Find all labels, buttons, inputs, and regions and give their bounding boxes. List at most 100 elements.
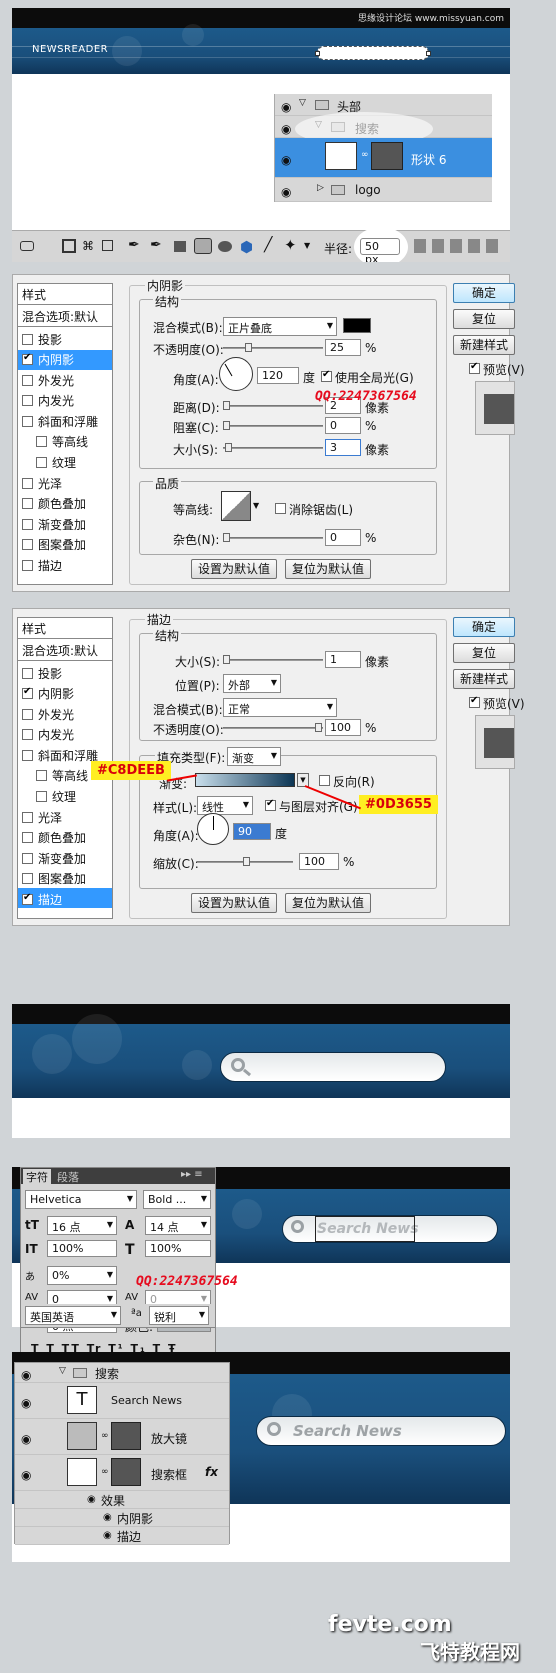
checkbox-contour[interactable] xyxy=(36,770,47,781)
blend-options-item[interactable]: 混合选项:默认 xyxy=(22,308,98,325)
font-family-select[interactable]: Helvetica xyxy=(25,1190,137,1209)
font-style-select[interactable]: Bold ... xyxy=(143,1190,211,1209)
reset-default-button[interactable]: 复位为默认值 xyxy=(285,893,371,913)
style-item-stroke[interactable]: 描边 xyxy=(38,891,62,908)
contour-thumbnail[interactable] xyxy=(221,491,251,521)
style-item-pattern-overlay[interactable]: 图案叠加 xyxy=(38,870,86,887)
scale-slider[interactable] xyxy=(197,857,293,866)
style-select[interactable]: 线性 xyxy=(197,796,253,815)
blend-mode-select[interactable]: 正常 xyxy=(223,698,337,717)
anti-alias-select[interactable]: 锐利 xyxy=(149,1306,209,1325)
blend-options-item[interactable]: 混合选项:默认 xyxy=(22,642,98,659)
disclosure-closed-icon[interactable]: ▷ xyxy=(317,183,324,193)
style-item-texture[interactable]: 纹理 xyxy=(52,454,76,471)
effect-stroke[interactable]: ◉ 描边 xyxy=(15,1527,229,1545)
eye-icon[interactable]: ◉ xyxy=(103,1512,112,1523)
opacity-input[interactable]: 25 xyxy=(325,339,361,356)
eye-icon[interactable]: ◉ xyxy=(281,153,295,167)
checkbox-drop-shadow[interactable] xyxy=(22,334,33,345)
style-item-outer-glow[interactable]: 外发光 xyxy=(38,706,74,723)
rectangle-tool-icon[interactable] xyxy=(174,241,186,252)
disclosure-open-icon[interactable]: ▽ xyxy=(299,98,306,108)
checkbox-color-overlay[interactable] xyxy=(22,498,33,509)
eye-icon[interactable]: ◉ xyxy=(103,1530,112,1541)
style-item-contour[interactable]: 等高线 xyxy=(52,433,88,450)
dropdown-arrow-icon[interactable]: ▼ xyxy=(304,241,310,250)
style-item-inner-shadow[interactable]: 内阴影 xyxy=(38,351,74,368)
vertical-scale-input[interactable]: 100% xyxy=(47,1240,117,1257)
position-select[interactable]: 外部 xyxy=(223,674,281,693)
paths-icon[interactable]: ⌘ xyxy=(82,239,94,253)
checkbox-outer-glow[interactable] xyxy=(22,375,33,386)
style-item-inner-shadow[interactable]: 内阴影 xyxy=(38,685,74,702)
size-input[interactable]: 3 xyxy=(325,439,361,456)
checkbox-stroke[interactable] xyxy=(22,560,33,571)
opacity-slider[interactable] xyxy=(223,723,323,732)
style-item-gradient-overlay[interactable]: 渐变叠加 xyxy=(38,516,86,533)
distance-slider[interactable] xyxy=(223,401,323,410)
line-tool-icon[interactable]: ╱ xyxy=(264,237,272,253)
style-item-bevel[interactable]: 斜面和浮雕 xyxy=(38,747,98,764)
eye-icon[interactable]: ◉ xyxy=(281,100,295,114)
make-default-button[interactable]: 设置为默认值 xyxy=(191,559,277,579)
style-item-satin[interactable]: 光泽 xyxy=(38,809,62,826)
preview-label[interactable]: 预览(V) xyxy=(483,361,525,378)
checkbox-bevel[interactable] xyxy=(22,750,33,761)
search-box[interactable]: Search News xyxy=(256,1416,506,1446)
reverse-checkbox[interactable] xyxy=(319,775,330,786)
checkbox-bevel[interactable] xyxy=(22,416,33,427)
fill-type-select[interactable]: 渐变 xyxy=(227,747,281,766)
freeform-pen-icon[interactable]: ✒ xyxy=(150,237,162,253)
fill-pixels-icon[interactable] xyxy=(102,240,113,251)
reset-button[interactable]: 复位 xyxy=(453,643,515,663)
style-item-contour[interactable]: 等高线 xyxy=(52,767,88,784)
panel-menu-icon[interactable]: ▸▸ ≡ xyxy=(181,1169,203,1180)
search-box[interactable] xyxy=(220,1052,446,1082)
tab-paragraph[interactable]: 段落 xyxy=(57,1169,79,1185)
style-item-inner-glow[interactable]: 内发光 xyxy=(38,726,74,743)
global-light-checkbox[interactable] xyxy=(321,369,332,382)
checkbox-gradient-overlay[interactable] xyxy=(22,519,33,530)
style-item-outer-glow[interactable]: 外发光 xyxy=(38,372,74,389)
style-item-inner-glow[interactable]: 内发光 xyxy=(38,392,74,409)
eye-icon[interactable]: ◉ xyxy=(87,1494,96,1505)
ok-button[interactable]: 确定 xyxy=(453,283,515,303)
shadow-color-swatch[interactable] xyxy=(343,318,371,333)
rounded-rectangle-tool-icon[interactable] xyxy=(194,238,212,254)
stroke-size-input[interactable]: 1 xyxy=(325,651,361,668)
eye-icon[interactable]: ◉ xyxy=(21,1432,35,1446)
checkbox-contour[interactable] xyxy=(36,436,47,447)
path-ops-icons[interactable] xyxy=(414,239,504,253)
checkbox-satin[interactable] xyxy=(22,478,33,489)
radius-input[interactable]: 50 px xyxy=(360,238,400,262)
layer-row-shape6[interactable]: ◉ ∞ 形状 6 xyxy=(275,138,492,178)
checkbox-texture[interactable] xyxy=(36,457,47,468)
tab-character[interactable]: 字符 xyxy=(23,1169,51,1185)
ellipse-tool-icon[interactable] xyxy=(218,241,232,252)
choke-slider[interactable] xyxy=(223,421,323,430)
horizontal-scale-input[interactable]: 100% xyxy=(145,1240,211,1257)
angle-dial[interactable] xyxy=(219,357,253,391)
fx-icon[interactable]: fx xyxy=(205,1465,218,1479)
checkbox-stroke[interactable] xyxy=(22,892,33,905)
checkbox-inner-glow[interactable] xyxy=(22,729,33,740)
checkbox-outer-glow[interactable] xyxy=(22,709,33,720)
tsume-select[interactable]: 0% xyxy=(47,1266,117,1285)
style-item-texture[interactable]: 纹理 xyxy=(52,788,76,805)
anti-alias-checkbox[interactable] xyxy=(275,503,286,514)
leading-select[interactable]: 14 点 xyxy=(145,1216,211,1235)
checkbox-inner-shadow[interactable] xyxy=(22,686,33,699)
checkbox-gradient-overlay[interactable] xyxy=(22,853,33,864)
align-layer-checkbox[interactable] xyxy=(265,798,276,811)
search-box[interactable]: Search News xyxy=(282,1215,498,1243)
style-item-bevel[interactable]: 斜面和浮雕 xyxy=(38,413,98,430)
preview-label[interactable]: 预览(V) xyxy=(483,695,525,712)
angle-dial[interactable] xyxy=(197,813,229,845)
disclosure-open-icon[interactable]: ▽ xyxy=(59,1366,66,1376)
opacity-slider[interactable] xyxy=(223,343,323,352)
shape-layers-icon[interactable] xyxy=(62,239,76,253)
style-item-stroke[interactable]: 描边 xyxy=(38,557,62,574)
anti-alias-label[interactable]: 消除锯齿(L) xyxy=(289,501,353,518)
custom-shape-icon[interactable]: ✦ xyxy=(284,236,297,254)
eye-icon[interactable]: ◉ xyxy=(21,1396,35,1410)
